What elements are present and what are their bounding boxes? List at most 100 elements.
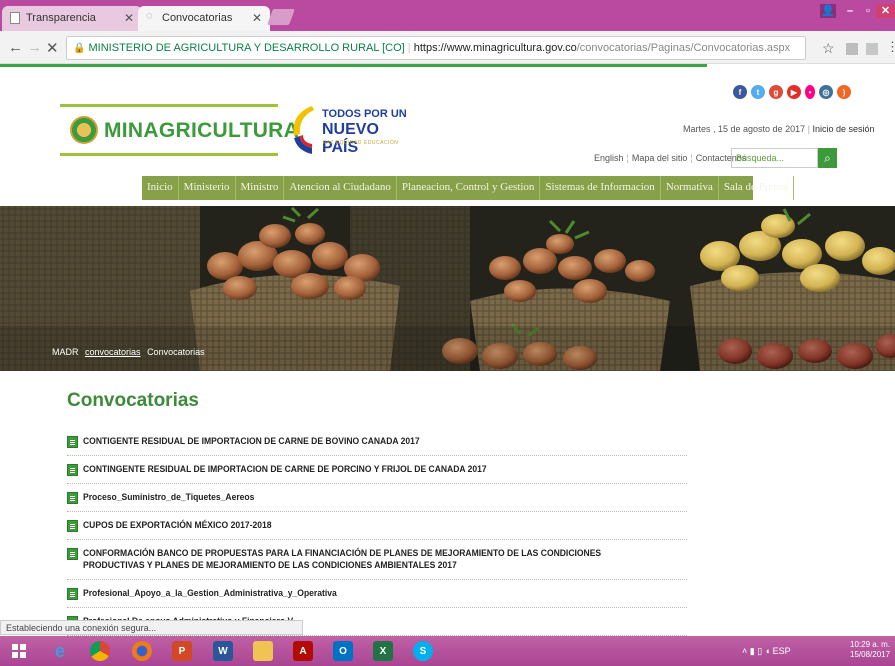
list-item[interactable]: CONTINGENTE RESIDUAL DE IMPORTACION DE C… [67,456,687,484]
url-input[interactable]: 🔒 MINISTERIO DE AGRICULTURA Y DESARROLLO… [66,36,806,60]
breadcrumb-madr[interactable]: MADR [52,347,79,357]
facebook-icon[interactable]: f [733,85,747,99]
volume-icon[interactable]: ◖ [765,646,770,656]
clock-time: 10:29 a. m. [850,640,891,649]
extension-icon[interactable] [866,43,878,55]
document-icon [67,463,78,476]
item-link[interactable]: CONTIGENTE RESIDUAL DE IMPORTACION DE CA… [83,436,420,448]
clock-date: 15/08/2017 [850,650,891,659]
nav-item-sala-prensa[interactable]: Sala de Prensa [719,176,795,200]
breadcrumb-convocatorias[interactable]: convocatorias [85,347,141,357]
minagricultura-logo[interactable]: MINAGRICULTURA [60,104,299,156]
firefox-icon[interactable] [132,641,152,661]
acrobat-icon[interactable]: A [293,641,313,661]
list-item[interactable]: Proceso_Suministro_de_Tiquetes_Aereos [67,484,687,512]
rss-icon[interactable]: ) [837,85,851,99]
keyboard-lang[interactable]: ESP [773,646,791,656]
social-icons: f t g ▶ • ◎ ) [733,85,851,99]
minimize-button[interactable]: – [842,4,858,18]
nav-item-planeacion[interactable]: Planeacion, Control y Gestion [397,176,541,200]
windows-start-icon[interactable] [12,644,26,658]
network-icon[interactable]: ▮ [750,646,755,656]
outlook-icon[interactable]: O [333,641,353,661]
url-host: https://www.minagricultura.gov.co [413,42,577,54]
list-item[interactable]: CUPOS DE EXPORTACIÓN MÉXICO 2017-2018 [67,512,687,540]
tab-label: Convocatorias [162,12,233,24]
file-explorer-icon[interactable] [253,641,273,661]
site-identity: MINISTERIO DE AGRICULTURA Y DESARROLLO R… [88,42,405,54]
nav-item-inicio[interactable]: Inicio [142,176,179,200]
breadcrumb: MADR convocatorias Convocatorias [52,347,209,357]
item-link[interactable]: CUPOS DE EXPORTACIÓN MÉXICO 2017-2018 [83,520,271,532]
nav-item-atencion[interactable]: Atencion al Ciudadano [284,176,397,200]
sitemap-link[interactable]: Mapa del sitio [632,153,688,163]
english-link[interactable]: English [594,153,624,163]
system-tray: ˄ ▮ ▯ ◖ ESP [742,646,791,657]
googleplus-icon[interactable]: g [769,85,783,99]
flickr-icon[interactable]: • [805,85,815,99]
gov-logo-line1: TODOS POR UN [322,108,407,120]
gov-logo-line2: NUEVO PAÍS [322,121,379,156]
gov-campaign-logo: TODOS POR UN NUEVO PAÍS PAZ EQUIDAD EDUC… [290,102,410,160]
nav-item-ministerio[interactable]: Ministerio [179,176,236,200]
page-title: Convocatorias [67,390,199,411]
login-link[interactable]: Inicio de sesión [812,124,874,134]
gov-logo-line3: PAZ EQUIDAD EDUCACIÓN [323,140,399,146]
system-clock[interactable]: 10:29 a. m. 15/08/2017 [850,640,890,660]
close-tab-icon[interactable]: ✕ [124,11,134,25]
search-icon: ⌕ [824,151,831,165]
coat-of-arms-icon [70,116,98,144]
convocatorias-list: CONTIGENTE RESIDUAL DE IMPORTACION DE CA… [67,428,687,636]
date-login-bar: Martes , 15 de agosto de 2017 | Inicio d… [683,124,875,134]
back-arrow-icon[interactable]: ← [8,39,23,56]
search-input[interactable]: Búsqueda... [731,148,818,168]
item-link[interactable]: CONFORMACIÓN BANCO DE PROPUESTAS PARA LA… [83,548,627,572]
internet-explorer-icon[interactable]: e [50,641,70,661]
bookmark-star-icon[interactable]: ☆ [822,40,835,57]
twitter-icon[interactable]: t [751,85,765,99]
document-icon [67,519,78,532]
maximize-button[interactable]: ▫ [860,4,876,18]
close-tab-icon[interactable]: ✕ [252,11,262,25]
chrome-icon[interactable] [90,641,110,661]
excel-icon[interactable]: X [373,641,393,661]
tab-transparencia[interactable]: Transparencia ✕ [2,6,142,31]
close-window-button[interactable]: ✕ [876,4,895,18]
user-profile-icon[interactable]: 👤 [820,4,836,18]
nav-item-sistemas[interactable]: Sistemas de Informacion [540,176,661,200]
utility-links: English ¦ Mapa del sitio ¦ Contactenos [594,153,747,163]
list-item[interactable]: CONTIGENTE RESIDUAL DE IMPORTACION DE CA… [67,428,687,456]
skype-icon[interactable]: S [413,641,433,661]
search-button[interactable]: ⌕ [818,148,837,168]
extension-icon[interactable] [846,43,858,55]
item-link[interactable]: Proceso_Suministro_de_Tiquetes_Aereos [83,492,254,504]
breadcrumb-current: Convocatorias [147,347,205,357]
document-icon [67,587,78,600]
instagram-icon[interactable]: ◎ [819,85,833,99]
browser-status-bar: Estableciendo una conexión segura... [0,620,303,635]
tray-arrow-icon[interactable]: ˄ [742,646,747,656]
nav-item-normativa[interactable]: Normativa [661,176,719,200]
address-bar-row: ← → ✕ 🔒 MINISTERIO DE AGRICULTURA Y DESA… [0,31,895,64]
logo-text: MINAGRICULTURA [104,119,300,142]
powerpoint-icon[interactable]: P [172,641,192,661]
new-tab-button[interactable] [267,9,295,25]
page-icon [10,12,20,24]
current-date: Martes , 15 de agosto de 2017 [683,124,806,134]
list-item[interactable]: CONFORMACIÓN BANCO DE PROPUESTAS PARA LA… [67,540,687,580]
stop-loading-icon[interactable]: ✕ [46,39,59,57]
nav-item-ministro[interactable]: Ministro [236,176,285,200]
battery-icon[interactable]: ▯ [757,646,762,656]
item-link[interactable]: CONTINGENTE RESIDUAL DE IMPORTACION DE C… [83,464,487,476]
youtube-icon[interactable]: ▶ [787,85,801,99]
item-link[interactable]: Profesional_Apoyo_a_la_Gestion_Administr… [83,588,337,600]
tab-convocatorias[interactable]: ◌ Convocatorias ✕ [138,6,270,31]
word-icon[interactable]: W [213,641,233,661]
browser-menu-icon[interactable]: ⋮ [886,39,895,55]
forward-arrow-icon[interactable]: → [27,39,42,56]
url-path: /convocatorias/Paginas/Convocatorias.asp… [576,42,791,54]
loading-icon: ◌ [146,10,153,22]
main-nav: Inicio Ministerio Ministro Atencion al C… [142,176,795,200]
list-item[interactable]: Profesional_Apoyo_a_la_Gestion_Administr… [67,580,687,608]
tab-label: Transparencia [26,12,96,24]
